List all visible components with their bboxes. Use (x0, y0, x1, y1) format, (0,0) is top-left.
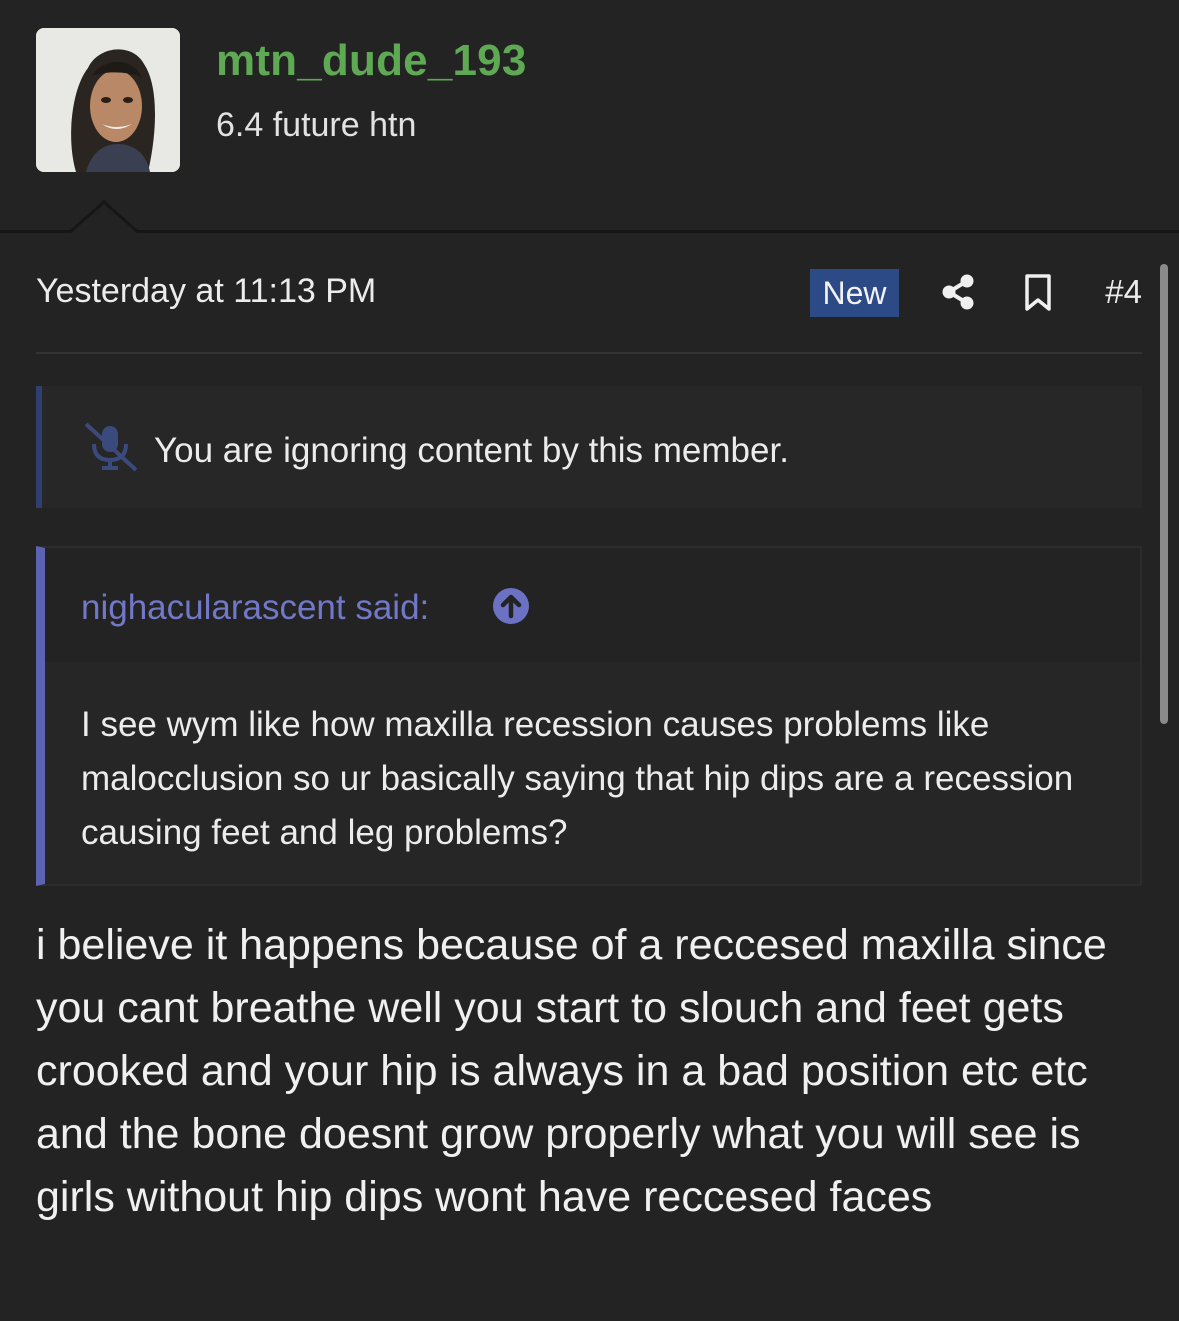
new-badge: New (810, 269, 899, 317)
quote-header: nighacularascent said: (45, 548, 1140, 662)
post-number[interactable]: #4 (1105, 273, 1142, 311)
avatar-image (36, 28, 180, 172)
quote-author[interactable]: nighacularascent said: (81, 588, 429, 628)
arrow-up-circle-icon[interactable] (492, 587, 530, 625)
user-title: 6.4 future htn (216, 106, 417, 144)
quote-text: I see wym like how maxilla recession cau… (81, 705, 1074, 852)
post-timestamp[interactable]: Yesterday at 11:13 PM (36, 272, 376, 311)
post-meta: Yesterday at 11:13 PM New #4 (36, 268, 1142, 318)
mute-icon (82, 422, 140, 472)
avatar[interactable] (36, 28, 180, 172)
quote-block: nighacularascent said: I see wym like ho… (36, 546, 1142, 886)
ignore-notice-text: You are ignoring content by this member. (154, 431, 789, 470)
username[interactable]: mtn_dude_193 (216, 36, 527, 86)
post-message: i believe it happens because of a recces… (36, 921, 1107, 1221)
ignore-notice: You are ignoring content by this member. (36, 386, 1142, 508)
bookmark-icon[interactable] (1020, 272, 1056, 314)
user-header: mtn_dude_193 6.4 future htn (0, 0, 1179, 232)
meta-divider (36, 352, 1142, 354)
share-icon[interactable] (938, 272, 978, 312)
scrollbar[interactable] (1160, 264, 1168, 724)
post-pointer-fill (71, 204, 137, 233)
